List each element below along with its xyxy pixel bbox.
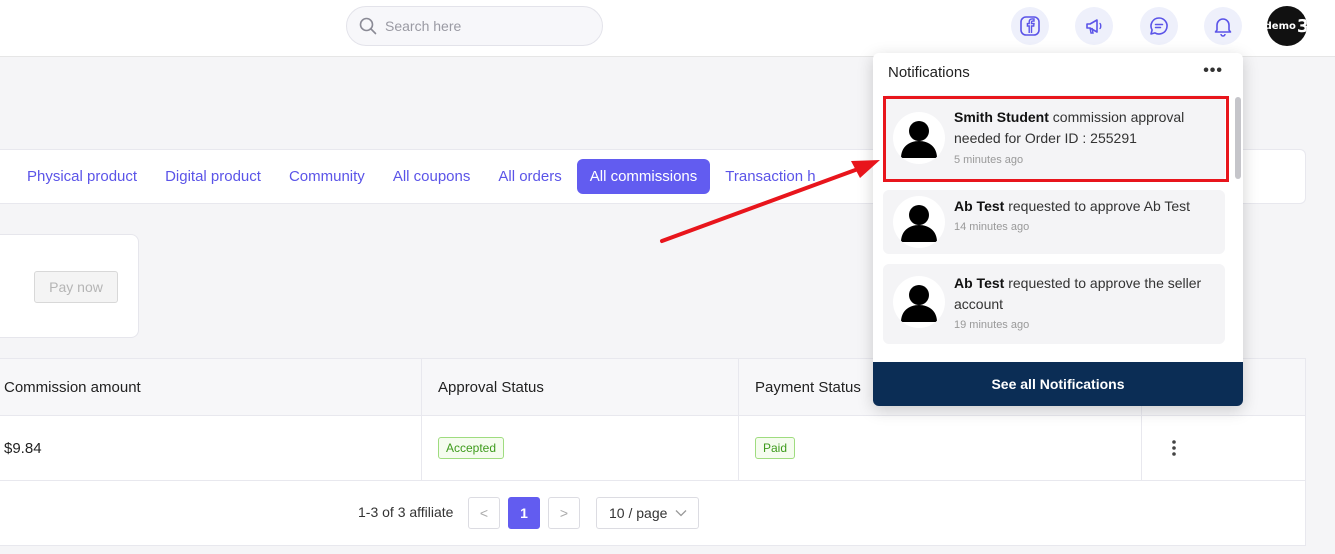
- tab-physical-product[interactable]: Physical product: [14, 159, 150, 194]
- pagination: 1-3 of 3 affiliate < 1 > 10 / page: [0, 481, 1305, 546]
- facebook-button[interactable]: [1011, 7, 1049, 45]
- notification-item[interactable]: Ab Test requested to approve Ab Test 14 …: [883, 190, 1225, 254]
- tab-all-orders[interactable]: All orders: [485, 159, 574, 194]
- page-size-select[interactable]: 10 / page: [596, 497, 699, 529]
- notification-text: Ab Test requested to approve Ab Test: [954, 196, 1219, 217]
- see-all-notifications-button[interactable]: See all Notifications: [873, 362, 1243, 406]
- approval-status-badge: Accepted: [438, 437, 505, 459]
- chevron-down-icon: [675, 510, 687, 517]
- user-avatar-icon: [893, 196, 945, 248]
- tab-transaction-history[interactable]: Transaction h: [712, 159, 828, 194]
- notification-item[interactable]: Ab Test requested to approve the seller …: [883, 264, 1225, 344]
- tab-digital-product[interactable]: Digital product: [152, 159, 274, 194]
- notification-text: Ab Test requested to approve the seller …: [954, 273, 1219, 315]
- avatar-text: demo: [1267, 20, 1296, 32]
- notifications-more-button[interactable]: •••: [1203, 62, 1223, 80]
- notifications-scrollbar[interactable]: [1235, 97, 1241, 179]
- user-avatar[interactable]: demo 3: [1267, 6, 1307, 46]
- avatar-number: 3: [1296, 15, 1307, 37]
- highlight-box: [883, 96, 1229, 182]
- facebook-icon: [1020, 16, 1040, 36]
- payment-status-badge: Paid: [755, 437, 796, 459]
- tab-all-coupons[interactable]: All coupons: [380, 159, 484, 194]
- header-approval-status: Approval Status: [438, 378, 544, 396]
- payment-status-cell: Paid: [751, 416, 1131, 480]
- table-row: $9.84 Accepted Paid: [0, 416, 1305, 481]
- notifications-title: Notifications: [888, 64, 970, 81]
- search-input[interactable]: [385, 18, 585, 34]
- user-avatar-icon: [893, 276, 945, 328]
- tab-all-commissions[interactable]: All commissions: [576, 159, 711, 194]
- page-1-button[interactable]: 1: [508, 497, 540, 529]
- search-box[interactable]: [346, 6, 603, 46]
- notification-message: requested to approve Ab Test: [1008, 198, 1191, 214]
- payout-card: Pay now: [0, 234, 139, 338]
- top-bar: demo3: [0, 0, 1335, 57]
- prev-page-button[interactable]: <: [468, 497, 500, 529]
- announcements-button[interactable]: [1075, 7, 1113, 45]
- chat-icon: [1150, 17, 1168, 35]
- notifications-button[interactable]: [1204, 7, 1242, 45]
- header-commission-amount: Commission amount: [4, 378, 141, 396]
- tab-community[interactable]: Community: [276, 159, 378, 194]
- notification-time: 14 minutes ago: [954, 221, 1030, 233]
- messages-button[interactable]: [1140, 7, 1178, 45]
- next-page-button[interactable]: >: [548, 497, 580, 529]
- pagination-info: 1-3 of 3 affiliate: [358, 504, 454, 520]
- approval-status-cell: Accepted: [434, 416, 734, 480]
- kebab-menu-icon: [1172, 440, 1176, 456]
- commission-amount-cell: $9.84: [4, 439, 42, 457]
- page-size-value: 10 / page: [609, 505, 668, 521]
- notification-sender: Ab Test: [954, 198, 1005, 214]
- notification-time: 19 minutes ago: [954, 319, 1030, 331]
- bell-icon: [1214, 18, 1232, 37]
- megaphone-icon: [1086, 19, 1102, 34]
- pay-now-button[interactable]: Pay now: [34, 271, 118, 303]
- notification-sender: Ab Test: [954, 275, 1005, 291]
- row-actions-button[interactable]: [1142, 416, 1206, 480]
- search-icon: [359, 17, 377, 35]
